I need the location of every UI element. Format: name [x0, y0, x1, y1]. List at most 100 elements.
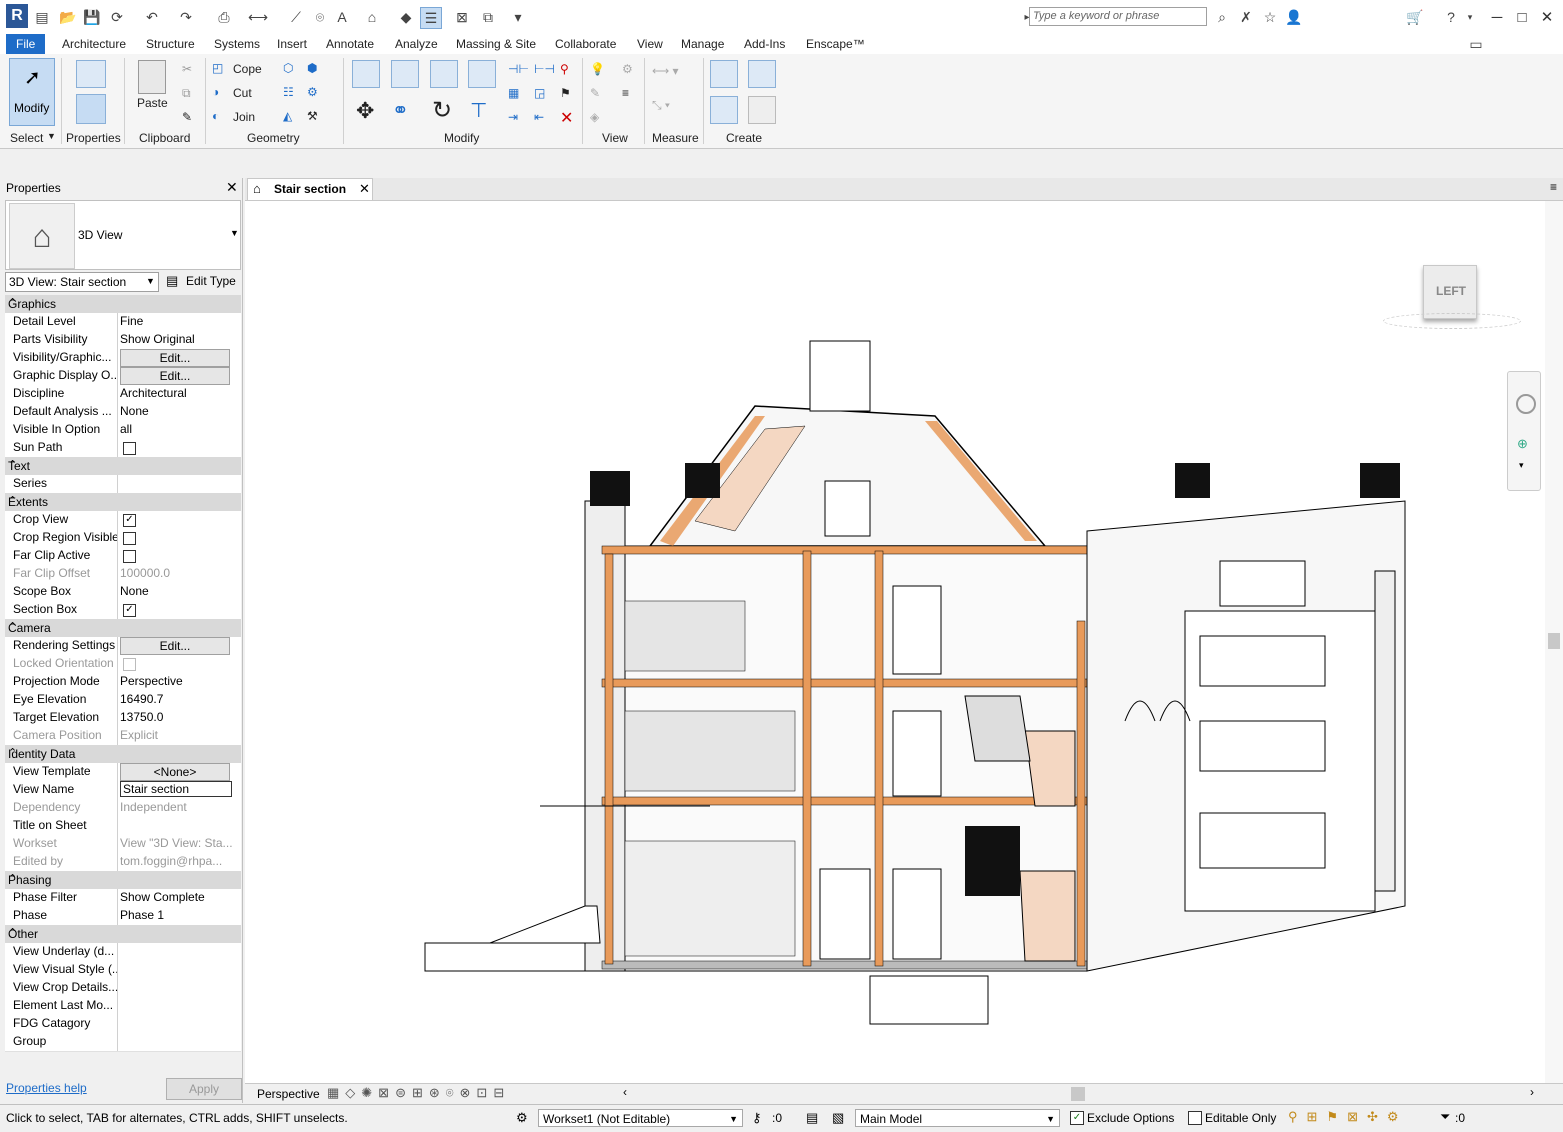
sync-icon[interactable]: ⟳	[107, 7, 127, 27]
copy-icon[interactable]: ⧉	[182, 86, 191, 101]
section-icon[interactable]: ◆	[396, 7, 416, 27]
prop-value[interactable]: Perspective	[120, 674, 232, 688]
tab-stair-section[interactable]: ⌂ Stair section ✕	[247, 178, 373, 200]
create-assembly-icon[interactable]	[710, 60, 738, 88]
cut-geometry-icon[interactable]: ◑	[212, 85, 219, 99]
split-element-icon[interactable]: ⊣⊢	[508, 62, 529, 76]
edit-rendering-button[interactable]: Edit...	[120, 637, 230, 655]
scroll-right-icon[interactable]: ›	[1530, 1085, 1534, 1099]
paste-label[interactable]: Paste	[137, 96, 168, 110]
scale-icon[interactable]: ◲	[534, 86, 545, 100]
help-dropdown-icon[interactable]: ▾	[1460, 7, 1480, 27]
tab-collaborate[interactable]: Collaborate	[553, 34, 618, 54]
unpin-icon[interactable]: ⚲	[560, 62, 569, 76]
sun-path-checkbox[interactable]	[123, 442, 136, 455]
prop-value[interactable]: Phase 1	[120, 908, 232, 922]
beam-join-icon[interactable]: ☷	[283, 85, 294, 99]
paste-icon[interactable]	[138, 60, 166, 94]
prop-row-title-on-sheet[interactable]: Title on Sheet	[5, 817, 241, 836]
open-icon[interactable]: 📂	[58, 7, 78, 27]
properties-help-link[interactable]: Properties help	[6, 1081, 87, 1095]
type-properties-icon[interactable]	[76, 60, 106, 88]
tag-icon[interactable]: ⌾	[310, 7, 330, 27]
view-eraser-icon[interactable]: ◈	[590, 110, 599, 124]
create-parts-icon[interactable]	[748, 60, 776, 88]
edit-vg-button[interactable]: Edit...	[120, 349, 230, 367]
mirror-draw-axis-icon[interactable]	[468, 60, 496, 88]
far-clip-checkbox[interactable]	[123, 550, 136, 563]
join-label[interactable]: Join	[233, 110, 255, 124]
cut-label[interactable]: Cut	[233, 86, 252, 100]
prop-row-crop-region-visible[interactable]: Crop Region Visible	[5, 529, 241, 548]
wall-joins-icon[interactable]: ⬡	[283, 61, 293, 75]
select-panel-label[interactable]: Select	[10, 131, 43, 145]
scroll-left-icon[interactable]: ‹	[623, 1085, 627, 1099]
trim-multiple-icon[interactable]: ⇥	[508, 110, 518, 124]
group-text[interactable]: Text ⌃	[5, 457, 241, 476]
trim-single-icon[interactable]: ⇤	[534, 110, 544, 124]
save-icon[interactable]: 💾	[82, 7, 102, 27]
favorites-star-icon[interactable]: ☆	[1260, 7, 1280, 27]
group-identity-data[interactable]: Identity Data ⌃	[5, 745, 241, 764]
revit-logo[interactable]: R	[6, 4, 28, 28]
prop-row-visibility-graphics[interactable]: Visibility/Graphic... Edit...	[5, 349, 241, 368]
tab-list-icon[interactable]: ≡	[1550, 180, 1557, 194]
drawing-canvas[interactable]: LEFT ⊕ ▾	[245, 201, 1545, 1083]
collapse-icon[interactable]: ⌃	[8, 746, 235, 759]
prop-row-view-crop-details[interactable]: View Crop Details...	[5, 979, 241, 998]
prop-row-phase-filter[interactable]: Phase Filter Show Complete	[5, 889, 241, 908]
type-dropdown-icon[interactable]: ▼	[230, 228, 239, 238]
tab-enscape[interactable]: Enscape™	[804, 34, 867, 54]
group-other[interactable]: Other ⌃	[5, 925, 241, 944]
tab-systems[interactable]: Systems	[212, 34, 262, 54]
tab-massing-site[interactable]: Massing & Site	[454, 34, 538, 54]
prop-row-phase[interactable]: Phase Phase 1	[5, 907, 241, 926]
demolish-icon[interactable]: ◭	[283, 109, 292, 123]
prop-row-detail-level[interactable]: Detail Level Fine	[5, 313, 241, 332]
delete-icon[interactable]: ✕	[560, 108, 573, 128]
maximize-icon[interactable]: □	[1511, 6, 1533, 28]
rotate-icon[interactable]: ↻	[432, 96, 452, 125]
type-selector[interactable]: ⌂ 3D View ▼	[5, 200, 241, 270]
scrollbar-thumb[interactable]	[1548, 633, 1560, 649]
selection-options-icons[interactable]: ⚲⊞⚑⊠✣⚙	[1288, 1109, 1408, 1125]
projection-label[interactable]: Perspective	[257, 1087, 320, 1101]
array-icon[interactable]: ▦	[508, 86, 519, 100]
create-group-icon[interactable]	[710, 96, 738, 124]
workset-icon[interactable]: ⚙	[516, 1110, 528, 1126]
crop-view-checkbox[interactable]: ✓	[123, 514, 136, 527]
user-icon[interactable]: 👤	[1284, 7, 1304, 27]
measure-icon[interactable]: ⟷	[248, 7, 268, 27]
communication-icon[interactable]: ✗	[1236, 7, 1256, 27]
close-properties-icon[interactable]: ✕	[226, 179, 238, 196]
tab-structure[interactable]: Structure	[144, 34, 197, 54]
prop-row-default-analysis[interactable]: Default Analysis ... None	[5, 403, 241, 422]
collapse-icon[interactable]: ⌃	[8, 620, 235, 633]
measure-between-icon[interactable]: ⟷ ▾	[652, 64, 679, 78]
edit-type-button[interactable]: ▤ Edit Type	[164, 272, 240, 292]
group-camera[interactable]: Camera ⌃	[5, 619, 241, 638]
prop-row-crop-view[interactable]: Crop View ✓	[5, 511, 241, 530]
properties-icon[interactable]	[76, 94, 106, 124]
prop-row-projection-mode[interactable]: Projection Mode Perspective	[5, 673, 241, 692]
minimize-icon[interactable]: ─	[1486, 6, 1508, 28]
prop-value[interactable]: None	[120, 584, 232, 598]
group-graphics[interactable]: Graphics ⌃	[5, 295, 241, 314]
tab-analyze[interactable]: Analyze	[393, 34, 440, 54]
prop-value[interactable]: 13750.0	[120, 710, 232, 724]
design-option-dropdown[interactable]: Main Model ▼	[855, 1109, 1060, 1127]
horizontal-scroll-thumb[interactable]	[1071, 1087, 1085, 1101]
tab-view[interactable]: View	[635, 34, 665, 54]
thin-lines-icon[interactable]: ☰	[420, 7, 442, 29]
editing-requests-icon[interactable]: ⚷	[752, 1110, 762, 1126]
zoom-icon[interactable]: ⊕	[1517, 436, 1528, 452]
view-controls-icons[interactable]: ▦◇✺⊠⊜⊞⊛⌾⊗⊡⊟	[327, 1085, 510, 1101]
workset-dropdown[interactable]: Workset1 (Not Editable) ▼	[538, 1109, 743, 1127]
pin-icon[interactable]: ⚑	[560, 86, 571, 100]
prop-value[interactable]: Show Original	[120, 332, 232, 346]
apply-button[interactable]: Apply	[166, 1078, 242, 1100]
vertical-scrollbar[interactable]	[1545, 201, 1563, 1083]
undo-icon[interactable]: ↶	[142, 7, 162, 27]
prop-row-sun-path[interactable]: Sun Path	[5, 439, 241, 458]
prop-row-visible-in-option[interactable]: Visible In Option all	[5, 421, 241, 440]
